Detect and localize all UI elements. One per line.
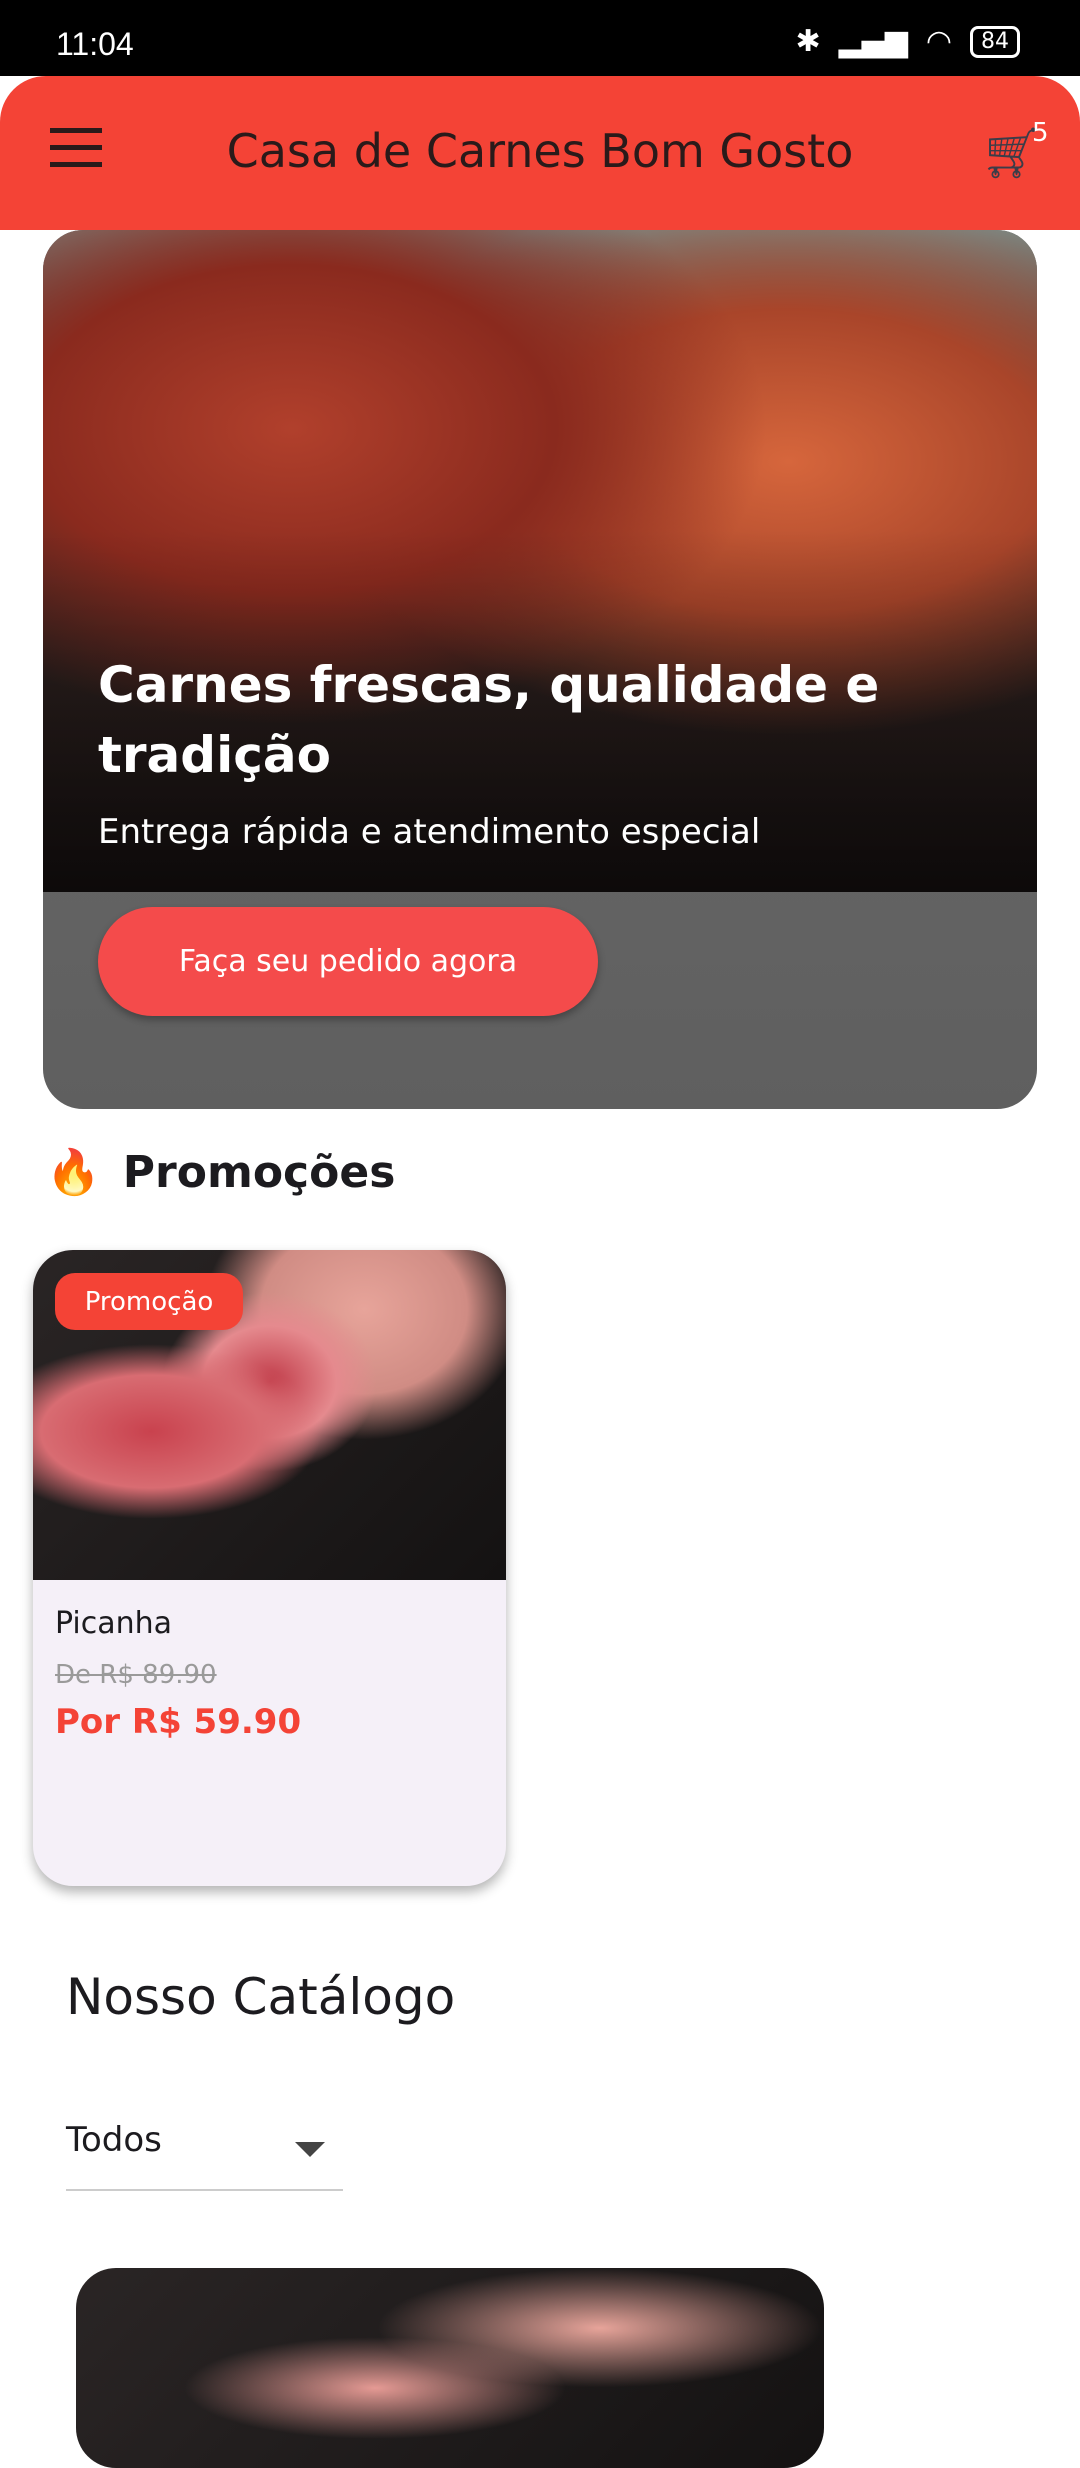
new-price: Por R$ 59.90: [55, 1702, 302, 1742]
wifi-icon: ◠: [925, 24, 952, 59]
clock: 11:04: [56, 26, 134, 62]
catalog-product-card[interactable]: [76, 2268, 824, 2468]
product-name: Picanha: [55, 1606, 173, 1641]
promo-product-card[interactable]: Promoção Picanha De R$ 89.90 Por R$ 59.9…: [33, 1250, 506, 1886]
app-title: Casa de Carnes Bom Gosto: [226, 124, 854, 178]
fire-icon: 🔥: [46, 1147, 101, 1198]
order-now-button[interactable]: Faça seu pedido agora: [98, 907, 598, 1016]
promo-badge: Promoção: [55, 1273, 243, 1330]
signal-icon: ▂▄▆: [838, 24, 908, 59]
catalog-heading: Nosso Catálogo: [66, 1968, 456, 2026]
banner-subtitle: Entrega rápida e atendimento especial: [98, 812, 761, 852]
status-bar: 11:04 ✱ ▂▄▆ ◠ 84: [0, 0, 1080, 76]
app-bar: Casa de Carnes Bom Gosto 🛒︎ 5: [0, 76, 1080, 230]
battery-icon: 84: [970, 25, 1020, 58]
dropdown-arrow-icon: [295, 2142, 325, 2157]
promotions-heading: 🔥 Promoções: [46, 1146, 396, 1199]
banner-title: Carnes frescas, qualidade e tradição: [98, 656, 880, 784]
hero-banner: Carnes frescas, qualidade e tradição Ent…: [43, 230, 1037, 1109]
old-price: De R$ 89.90: [55, 1660, 217, 1690]
dropdown-value: Todos: [66, 2120, 162, 2160]
category-dropdown[interactable]: Todos: [66, 2120, 343, 2191]
bluetooth-icon: ✱: [795, 24, 821, 59]
cart-count: 5: [1032, 118, 1049, 148]
